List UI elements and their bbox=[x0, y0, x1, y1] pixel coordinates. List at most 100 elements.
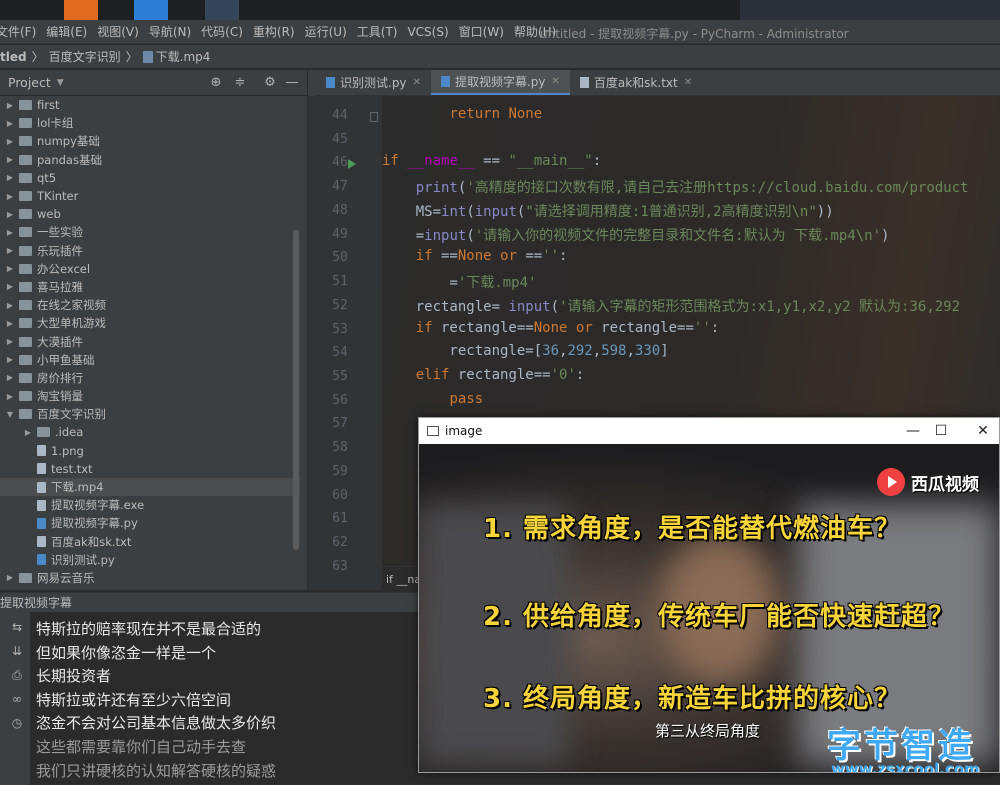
close-icon[interactable]: ✕ bbox=[684, 77, 692, 88]
collapse-arrow-icon[interactable]: ▶ bbox=[4, 301, 16, 310]
collapse-arrow-icon[interactable]: ▶ bbox=[4, 119, 16, 128]
menu-navigate[interactable]: 导航(N) bbox=[146, 23, 198, 40]
clock-icon[interactable]: ◷ bbox=[9, 716, 25, 730]
tree-item[interactable]: ▶ TKinter bbox=[0, 187, 300, 205]
breadcrumb-file[interactable]: 下载.mp4 bbox=[156, 48, 211, 65]
close-icon[interactable]: ✕ bbox=[413, 77, 421, 88]
collapse-arrow-icon[interactable]: ▶ bbox=[4, 355, 16, 364]
tab-extract-subtitles[interactable]: 提取视频字幕.py ✕ bbox=[430, 70, 570, 95]
tree-item[interactable]: test.txt bbox=[0, 460, 300, 478]
project-panel-title[interactable]: Project bbox=[0, 75, 51, 90]
collapse-arrow-icon[interactable]: ▶ bbox=[4, 282, 16, 291]
tree-item[interactable]: 识别测试.py bbox=[0, 551, 300, 569]
code-line[interactable]: MS=int(input("请选择调用精度:1普通识别,2高精度识别\n")) bbox=[382, 201, 834, 221]
tree-item[interactable]: ▶ 大型单机游戏 bbox=[0, 314, 300, 332]
tree-item[interactable]: ▶ 喜马拉雅 bbox=[0, 278, 300, 296]
code-line[interactable]: elif rectangle=='0': bbox=[382, 367, 585, 383]
tree-item[interactable]: ▶ 房价排行 bbox=[0, 369, 300, 387]
gear-icon[interactable]: ⚙ bbox=[262, 75, 278, 91]
tab-recognition-test[interactable]: 识别测试.py ✕ bbox=[316, 70, 431, 95]
code-line[interactable]: rectangle= input('请输入字幕的矩形范围格式为:x1,y1,x2… bbox=[382, 296, 960, 316]
menu-file[interactable]: 文件(F) bbox=[0, 23, 43, 40]
project-scrollbar[interactable] bbox=[293, 230, 299, 550]
infinity-icon[interactable]: ∞ bbox=[9, 692, 25, 706]
tree-item[interactable]: ▶ first bbox=[0, 96, 300, 114]
collapse-arrow-icon[interactable]: ▶ bbox=[4, 228, 16, 237]
code-line[interactable]: return None bbox=[382, 106, 542, 122]
run-gutter-icon[interactable] bbox=[348, 159, 356, 169]
menu-refactor[interactable]: 重构(R) bbox=[250, 23, 302, 40]
collapse-arrow-icon[interactable]: ▶ bbox=[4, 246, 16, 255]
close-icon[interactable]: ✕ bbox=[551, 76, 559, 87]
collapse-arrow-icon[interactable]: ▶ bbox=[4, 392, 16, 401]
tree-item[interactable]: 百度ak和sk.txt bbox=[0, 533, 300, 551]
code-line[interactable]: pass bbox=[382, 391, 483, 407]
browser-taskbar-icon[interactable] bbox=[134, 0, 168, 20]
menu-edit[interactable]: 编辑(E) bbox=[43, 23, 94, 40]
tab-baidu-keys[interactable]: 百度ak和sk.txt ✕ bbox=[570, 70, 702, 95]
fold-marker-icon[interactable] bbox=[370, 112, 378, 122]
collapse-arrow-icon[interactable]: ▶ bbox=[4, 264, 16, 273]
close-icon[interactable]: ✕ bbox=[973, 421, 993, 441]
code-line[interactable]: if ==None or =='': bbox=[382, 248, 568, 264]
print-icon[interactable]: ⎙ bbox=[9, 668, 25, 682]
tree-item[interactable]: ▶ 办公excel bbox=[0, 260, 300, 278]
tree-item[interactable]: ▶ lol卡组 bbox=[0, 114, 300, 132]
tree-item[interactable]: ▶ 一些实验 bbox=[0, 223, 300, 241]
flag-taskbar-icon[interactable] bbox=[205, 0, 239, 20]
tree-item[interactable]: ▶ 网易云音乐 bbox=[0, 569, 300, 587]
collapse-arrow-icon[interactable]: ▶ bbox=[4, 137, 16, 146]
menu-run[interactable]: 运行(U) bbox=[302, 23, 354, 40]
collapse-arrow-icon[interactable]: ▶ bbox=[4, 373, 16, 382]
run-config-tab[interactable]: 提取视频字幕 bbox=[0, 596, 72, 610]
code-line[interactable]: print('高精度的接口次数有限,请自己去注册https://cloud.ba… bbox=[382, 177, 969, 197]
code-line[interactable]: if rectangle==None or rectangle=='': bbox=[382, 320, 719, 336]
menu-vcs[interactable]: VCS(S) bbox=[404, 25, 455, 39]
code-line[interactable]: if __name__ == "__main__": bbox=[382, 153, 601, 169]
tree-item[interactable]: 下载.mp4 bbox=[0, 477, 300, 497]
hide-icon[interactable]: — bbox=[284, 75, 300, 91]
minimize-icon[interactable]: — bbox=[903, 421, 923, 441]
expand-arrow-icon[interactable]: ▼ bbox=[4, 410, 16, 419]
menu-code[interactable]: 代码(C) bbox=[198, 23, 250, 40]
collapse-arrow-icon[interactable]: ▶ bbox=[4, 101, 16, 110]
breadcrumb-folder[interactable]: 百度文字识别 bbox=[49, 48, 121, 65]
tree-item[interactable]: ▶ 乐玩插件 bbox=[0, 242, 300, 260]
collapse-arrow-icon[interactable]: ▶ bbox=[4, 319, 16, 328]
tree-item[interactable]: ▶ 在线之家视频 bbox=[0, 296, 300, 314]
code-line[interactable]: rectangle=[36,292,598,330] bbox=[382, 343, 668, 359]
tree-item[interactable]: 提取视频字幕.py bbox=[0, 514, 300, 532]
menu-window[interactable]: 窗口(W) bbox=[456, 23, 511, 40]
tree-item[interactable]: ▶ web bbox=[0, 205, 300, 223]
collapse-arrow-icon[interactable]: ▶ bbox=[4, 173, 16, 182]
collapse-arrow-icon[interactable]: ▶ bbox=[4, 210, 16, 219]
collapse-arrow-icon[interactable]: ▶ bbox=[4, 573, 16, 582]
tree-item[interactable]: 1.png bbox=[0, 442, 300, 460]
image-window-titlebar[interactable]: image — ☐ ✕ bbox=[419, 418, 999, 444]
collapse-arrow-icon[interactable]: ▶ bbox=[22, 428, 34, 437]
tree-item[interactable]: ▶ 小甲鱼基础 bbox=[0, 351, 300, 369]
menu-tools[interactable]: 工具(T) bbox=[354, 23, 405, 40]
tree-item[interactable]: ▶ 淘宝销量 bbox=[0, 387, 300, 405]
tree-item[interactable]: ▶ qt5 bbox=[0, 169, 300, 187]
tree-item[interactable]: ▶ 大漠插件 bbox=[0, 332, 300, 350]
collapse-icon[interactable]: ≑ bbox=[232, 75, 248, 91]
code-line[interactable]: ='下载.mp4' bbox=[382, 272, 536, 292]
scroll-to-end-icon[interactable]: ⇊ bbox=[9, 644, 25, 658]
locate-icon[interactable]: ⊕ bbox=[208, 75, 224, 91]
soft-wrap-icon[interactable]: ⇆ bbox=[9, 620, 25, 634]
menu-view[interactable]: 视图(V) bbox=[94, 23, 146, 40]
tree-item[interactable]: ▶ pandas基础 bbox=[0, 151, 300, 169]
tree-item[interactable]: ▶ numpy基础 bbox=[0, 132, 300, 150]
tree-item[interactable]: 提取视频字幕.exe bbox=[0, 496, 300, 514]
maximize-icon[interactable]: ☐ bbox=[931, 421, 951, 441]
collapse-arrow-icon[interactable]: ▶ bbox=[4, 192, 16, 201]
collapse-arrow-icon[interactable]: ▶ bbox=[4, 155, 16, 164]
dropdown-icon[interactable]: ▼ bbox=[57, 78, 64, 88]
breadcrumb-project[interactable]: tled bbox=[0, 50, 27, 64]
tree-item[interactable]: ▶ .idea bbox=[0, 423, 300, 441]
code-line[interactable]: =input('请输入你的视频文件的完整目录和文件名:默认为 下载.mp4\n'… bbox=[382, 225, 890, 245]
app-taskbar-icon[interactable] bbox=[64, 0, 98, 20]
collapse-arrow-icon[interactable]: ▶ bbox=[4, 337, 16, 346]
tree-item[interactable]: ▼ 百度文字识别 bbox=[0, 405, 300, 423]
